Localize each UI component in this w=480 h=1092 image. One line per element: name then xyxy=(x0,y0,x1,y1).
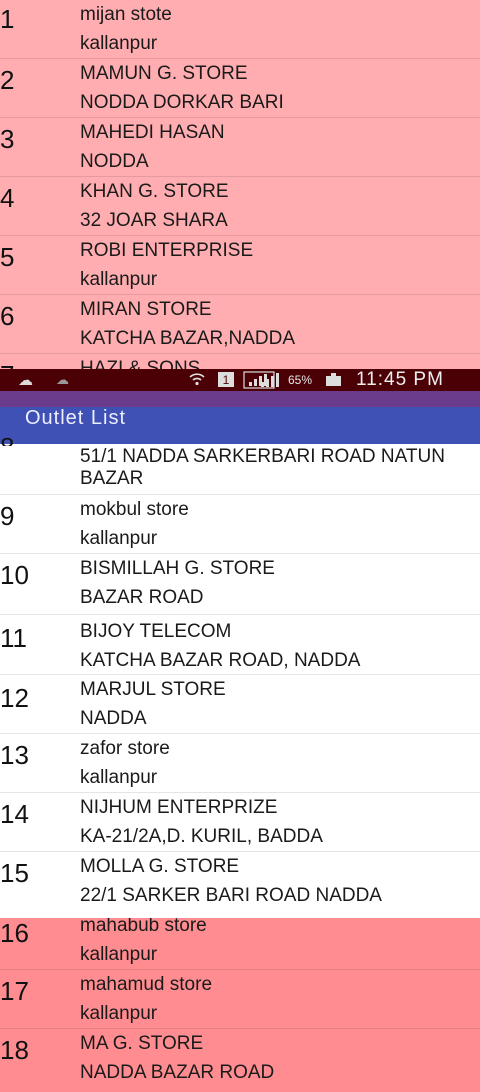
outlet-address: 22/1 SARKER BARI ROAD NADDA xyxy=(80,885,382,906)
outlet-row[interactable]: 8 51/1 NADDA SARKERBARI ROAD NATUN BAZAR xyxy=(0,432,480,495)
outlet-list-top-section: 1 mijan stote kallanpur 2 MAMUN G. STORE… xyxy=(0,0,480,369)
signal-icon xyxy=(259,373,283,391)
outlet-name: KHAN G. STORE xyxy=(80,181,229,202)
outlet-number: 18 xyxy=(0,1035,29,1065)
outlet-address: kallanpur xyxy=(80,528,158,549)
outlet-number: 13 xyxy=(0,740,29,770)
outlet-address: kallanpur xyxy=(80,1003,158,1024)
outlet-row[interactable]: 4 KHAN G. STORE 32 JOAR SHARA xyxy=(0,177,480,236)
outlet-number: 15 xyxy=(0,858,29,888)
outlet-name: NIJHUM ENTERPRIZE xyxy=(80,797,278,818)
wifi-icon xyxy=(188,370,206,392)
outlet-number: 3 xyxy=(0,124,15,154)
outlet-row[interactable]: 15 MOLLA G. STORE 22/1 SARKER BARI ROAD … xyxy=(0,852,480,918)
outlet-row[interactable]: 16 mahabub store kallanpur xyxy=(0,918,480,970)
outlet-row[interactable]: 17 mahamud store kallanpur xyxy=(0,970,480,1029)
sim-icon: 1 xyxy=(217,371,235,392)
outlet-name: mijan stote xyxy=(80,4,172,25)
outlet-number: 4 xyxy=(0,183,15,213)
outlet-address: KATCHA BAZAR,NADDA xyxy=(80,328,296,349)
outlet-number: 6 xyxy=(0,301,15,331)
outlet-row[interactable]: 14 NIJHUM ENTERPRIZE KA-21/2A,D. KURIL, … xyxy=(0,793,480,852)
outlet-number: 14 xyxy=(0,799,29,829)
outlet-number: 2 xyxy=(0,65,15,95)
outlet-address: kallanpur xyxy=(80,944,158,965)
outlet-row[interactable]: 12 MARJUL STORE NADDA xyxy=(0,675,480,734)
outlet-row[interactable]: 10 BISMILLAH G. STORE BAZAR ROAD xyxy=(0,554,480,615)
battery-icon xyxy=(325,373,343,391)
outlet-address: KATCHA BAZAR ROAD, NADDA xyxy=(80,650,361,671)
outlet-address: BAZAR ROAD xyxy=(80,587,204,608)
outlet-row[interactable]: 2 MAMUN G. STORE NODDA DORKAR BARI xyxy=(0,59,480,118)
outlet-name: MARJUL STORE xyxy=(80,679,226,700)
outlet-number: 8 xyxy=(0,432,14,446)
outlet-address: kallanpur xyxy=(80,767,158,788)
cloud-icon: ☁ xyxy=(18,372,33,389)
outlet-row[interactable]: 3 MAHEDI HASAN NODDA xyxy=(0,118,480,177)
outlet-number: 11 xyxy=(0,623,27,653)
app-bar: Outlet List xyxy=(0,407,480,444)
outlet-address: NODDA DORKAR BARI xyxy=(80,92,284,113)
outlet-number: 9 xyxy=(0,501,15,531)
outlet-address: 51/1 NADDA SARKERBARI ROAD NATUN BAZAR xyxy=(80,446,445,489)
outlet-row[interactable]: 7 HAZI & SONS xyxy=(0,354,480,369)
outlet-name: mahabub store xyxy=(80,918,207,936)
outlet-row[interactable]: 1 mijan stote kallanpur xyxy=(0,0,480,59)
outlet-name: MA G. STORE xyxy=(80,1033,204,1054)
outlet-address: kallanpur xyxy=(80,269,158,290)
outlet-name: MAMUN G. STORE xyxy=(80,63,248,84)
outlet-number: 17 xyxy=(0,976,29,1006)
outlet-row[interactable]: 13 zafor store kallanpur xyxy=(0,734,480,793)
outlet-name: mahamud store xyxy=(80,974,213,995)
cloud-sync-icon: ☁ xyxy=(56,372,69,387)
accent-strip xyxy=(0,391,480,407)
outlet-name: ROBI ENTERPRISE xyxy=(80,240,254,261)
outlet-address: NADDA xyxy=(80,708,147,729)
outlet-address: NODDA xyxy=(80,151,149,172)
svg-text:1: 1 xyxy=(223,373,230,387)
outlet-address: kallanpur xyxy=(80,33,158,54)
outlet-number: 7 xyxy=(0,360,14,369)
outlet-number: 10 xyxy=(0,560,29,590)
outlet-name: BISMILLAH G. STORE xyxy=(80,558,275,579)
outlet-number: 12 xyxy=(0,683,29,713)
outlet-row[interactable]: 18 MA G. STORE NADDA BAZAR ROAD xyxy=(0,1029,480,1092)
outlet-address: KA-21/2A,D. KURIL, BADDA xyxy=(80,826,323,847)
battery-percentage: 65% xyxy=(288,373,313,387)
outlet-row[interactable]: 9 mokbul store kallanpur xyxy=(0,495,480,554)
status-time: 11:45 PM xyxy=(356,369,444,390)
outlet-name: MAHEDI HASAN xyxy=(80,122,225,143)
outlet-list-bottom-section: 16 mahabub store kallanpur 17 mahamud st… xyxy=(0,918,480,1092)
outlet-number: 1 xyxy=(0,4,15,34)
outlet-address: NADDA BAZAR ROAD xyxy=(80,1062,275,1083)
status-bar: ☁ ☁ 1 65% 11:45 PM xyxy=(0,369,480,391)
outlet-name: MOLLA G. STORE xyxy=(80,856,240,877)
outlet-number: 16 xyxy=(0,918,29,948)
outlet-row[interactable]: 5 ROBI ENTERPRISE kallanpur xyxy=(0,236,480,295)
outlet-name: MIRAN STORE xyxy=(80,299,212,320)
outlet-row[interactable]: 11 BIJOY TELECOM KATCHA BAZAR ROAD, NADD… xyxy=(0,615,480,675)
outlet-row[interactable]: 6 MIRAN STORE KATCHA BAZAR,NADDA xyxy=(0,295,480,354)
outlet-name: BIJOY TELECOM xyxy=(80,621,232,642)
page-title: Outlet List xyxy=(25,407,127,429)
outlet-name: HAZI & SONS xyxy=(80,358,201,369)
outlet-number: 5 xyxy=(0,242,15,272)
outlet-name: mokbul store xyxy=(80,499,189,520)
outlet-address: 32 JOAR SHARA xyxy=(80,210,228,231)
outlet-name: zafor store xyxy=(80,738,170,759)
